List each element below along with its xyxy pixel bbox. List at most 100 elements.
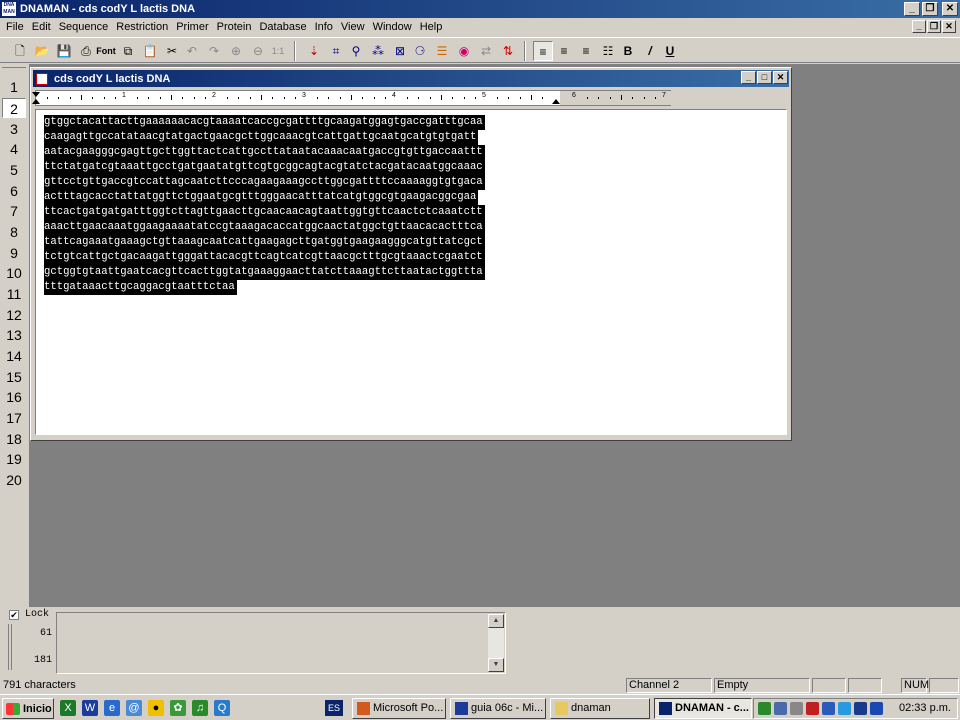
channel-16[interactable]: 16	[2, 387, 26, 407]
menu-help[interactable]: Help	[416, 21, 447, 33]
new-file-icon[interactable]: 🗋	[10, 41, 30, 61]
menu-primer[interactable]: Primer	[172, 21, 212, 33]
menu-file[interactable]: File	[2, 21, 28, 33]
copy-icon[interactable]: ⧉	[118, 41, 138, 61]
lock-range-slider[interactable]	[8, 624, 12, 670]
channel-5[interactable]: 5	[2, 160, 26, 180]
mdi-close-button[interactable]: ✕	[942, 20, 956, 33]
channel-8[interactable]: 8	[2, 222, 26, 242]
sequence-editor[interactable]: gtggctacattacttgaaaaaacacgtaaaatcaccgcga…	[35, 109, 787, 435]
taskbar-button-powerpoint[interactable]: Microsoft Po...	[352, 698, 446, 719]
channel-14[interactable]: 14	[2, 346, 26, 366]
undo-icon[interactable]: ↶	[182, 41, 202, 61]
paste-icon[interactable]: 📋	[140, 41, 160, 61]
close-button[interactable]: ✕	[942, 2, 958, 16]
outlook-icon[interactable]: @	[126, 700, 142, 716]
channel-3[interactable]: 3	[2, 119, 26, 139]
clock[interactable]: 02:33 p.m.	[899, 702, 951, 714]
align-center-icon[interactable]: ≡	[554, 41, 574, 61]
align-right-icon[interactable]: ≡	[576, 41, 596, 61]
menu-database[interactable]: Database	[255, 21, 310, 33]
tray-update-icon[interactable]	[838, 702, 851, 715]
channel-11[interactable]: 11	[2, 284, 26, 304]
restore-button[interactable]: ❐	[922, 2, 938, 16]
menu-protein[interactable]: Protein	[213, 21, 256, 33]
italic-icon[interactable]: /	[640, 41, 660, 61]
mdi-minimize-button[interactable]: _	[912, 20, 926, 33]
menu-window[interactable]: Window	[369, 21, 416, 33]
channel-9[interactable]: 9	[2, 243, 26, 263]
mdi-restore-button[interactable]: ❐	[927, 20, 941, 33]
tray-volume-icon[interactable]	[790, 702, 803, 715]
menu-sequence[interactable]: Sequence	[55, 21, 113, 33]
tray-network-icon[interactable]	[774, 702, 787, 715]
menu-edit[interactable]: Edit	[28, 21, 55, 33]
document-title-bar[interactable]: cds codY L lactis DNA _ □ ✕	[33, 70, 789, 87]
channel-1[interactable]: 1	[2, 77, 26, 97]
map-icon[interactable]: ◉	[454, 41, 474, 61]
scroll-up-button[interactable]: ▲	[488, 614, 504, 628]
cut-icon[interactable]: ✂	[162, 41, 182, 61]
dnaman-app-icon[interactable]: DNA MAN	[2, 2, 16, 16]
tree-icon[interactable]: ⚲	[346, 41, 366, 61]
tray-media-icon[interactable]	[854, 702, 867, 715]
restriction-icon[interactable]: ⌗	[326, 41, 346, 61]
zoom-in-icon[interactable]: ⊕	[226, 41, 246, 61]
lock-checkbox[interactable]: ✔	[9, 610, 19, 620]
align-left-icon[interactable]: ≡	[533, 41, 553, 61]
primer-icon[interactable]: ⇄	[476, 41, 496, 61]
ruler[interactable]: 1 2 3 4 5 6 7	[32, 90, 672, 106]
menu-info[interactable]: Info	[311, 21, 337, 33]
channel-12[interactable]: 12	[2, 305, 26, 325]
doc-minimize-button[interactable]: _	[741, 71, 756, 84]
channel-2[interactable]: 2	[2, 98, 26, 118]
font-button[interactable]: Font	[96, 41, 116, 61]
start-button[interactable]: Inicio	[2, 698, 54, 719]
sequence-icon[interactable]: ⇣	[304, 41, 324, 61]
channel-18[interactable]: 18	[2, 429, 26, 449]
output-scrollbar[interactable]: ▲ ▼	[488, 614, 504, 672]
bullets-icon[interactable]: ☷	[598, 41, 618, 61]
channel-4[interactable]: 4	[2, 139, 26, 159]
minimize-button[interactable]: _	[904, 2, 920, 16]
menu-restriction[interactable]: Restriction	[112, 21, 172, 33]
taskbar-button-dnaman[interactable]: DNAMAN - c...	[654, 698, 752, 719]
excel-icon[interactable]: X	[60, 700, 76, 716]
translate-icon[interactable]: ⇅	[498, 41, 518, 61]
doc-close-button[interactable]: ✕	[773, 71, 788, 84]
first-indent-marker[interactable]	[32, 92, 40, 97]
word-icon[interactable]: W	[82, 700, 98, 716]
channel-10[interactable]: 10	[2, 263, 26, 283]
tray-info-icon[interactable]	[822, 702, 835, 715]
document-icon[interactable]	[36, 72, 48, 85]
zoom-out-icon[interactable]: ⊖	[248, 41, 268, 61]
underline-icon[interactable]: U	[660, 41, 680, 61]
channel-15[interactable]: 15	[2, 367, 26, 387]
internet-explorer-icon[interactable]: e	[104, 700, 120, 716]
channel-20[interactable]: 20	[2, 470, 26, 490]
channel-19[interactable]: 19	[2, 449, 26, 469]
channel-17[interactable]: 17	[2, 408, 26, 428]
channel-7[interactable]: 7	[2, 201, 26, 221]
redo-icon[interactable]: ↷	[204, 41, 224, 61]
tray-app-icon[interactable]	[758, 702, 771, 715]
media-icon[interactable]: ●	[148, 700, 164, 716]
dotplot-icon[interactable]: ⊠	[390, 41, 410, 61]
doc-maximize-button[interactable]: □	[757, 71, 772, 84]
bold-icon[interactable]: B	[618, 41, 638, 61]
taskbar-button-folder[interactable]: dnaman	[550, 698, 650, 719]
right-indent-marker[interactable]	[552, 99, 560, 104]
messenger-icon[interactable]: ✿	[170, 700, 186, 716]
menu-view[interactable]: View	[337, 21, 369, 33]
scroll-down-button[interactable]: ▼	[488, 658, 504, 672]
list-icon[interactable]: ☰	[432, 41, 452, 61]
channel-13[interactable]: 13	[2, 325, 26, 345]
align-icon[interactable]: ⁂	[368, 41, 388, 61]
actual-size-icon[interactable]: 1:1	[268, 41, 288, 61]
language-indicator[interactable]: ES	[325, 700, 343, 716]
search-icon[interactable]: ⚆	[410, 41, 430, 61]
selected-sequence[interactable]: gtggctacattacttgaaaaaacacgtaaaatcaccgcga…	[44, 115, 485, 295]
taskbar-button-word[interactable]: guia 06c - Mi...	[450, 698, 546, 719]
quicktime-icon[interactable]: Q	[214, 700, 230, 716]
output-text-area[interactable]: ▲ ▼	[56, 612, 506, 674]
